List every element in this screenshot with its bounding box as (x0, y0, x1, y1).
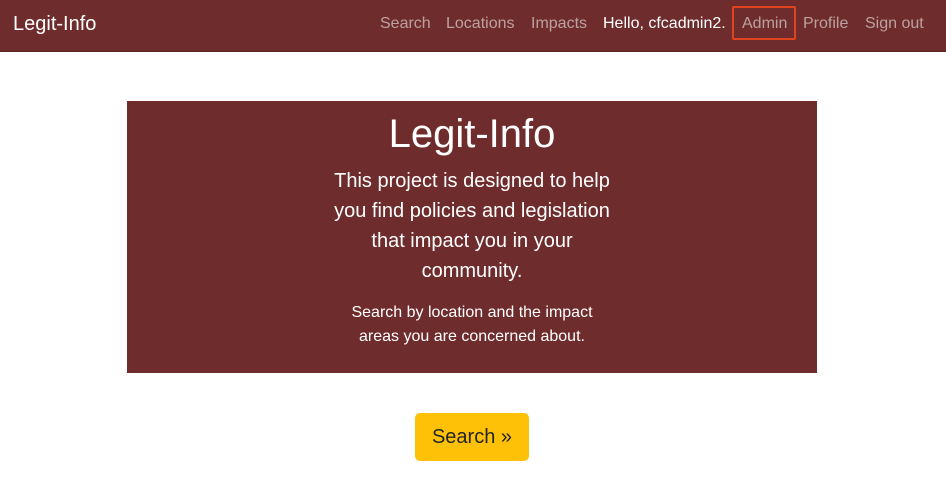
nav-admin-link[interactable]: Admin (742, 14, 787, 34)
nav-signout-link[interactable]: Sign out (865, 14, 924, 34)
hero-title: Legit-Info (388, 112, 556, 156)
nav-impacts-link[interactable]: Impacts (531, 14, 587, 34)
top-navbar: Legit-Info Search Locations Impacts Hell… (0, 0, 946, 52)
hero-banner: Legit-Info This project is designed to h… (127, 101, 817, 373)
brand-link[interactable]: Legit-Info (13, 12, 96, 36)
user-greeting: Hello, cfcadmin2. (603, 15, 726, 32)
nav-locations-link[interactable]: Locations (446, 14, 515, 34)
nav-profile-link[interactable]: Profile (803, 14, 848, 34)
hero-lead-text: This project is designed to help you fin… (334, 170, 610, 282)
hero-sub-text: Search by location and the impact areas … (351, 304, 593, 345)
nav-search-link[interactable]: Search (380, 14, 431, 34)
search-button[interactable]: Search » (415, 413, 529, 461)
